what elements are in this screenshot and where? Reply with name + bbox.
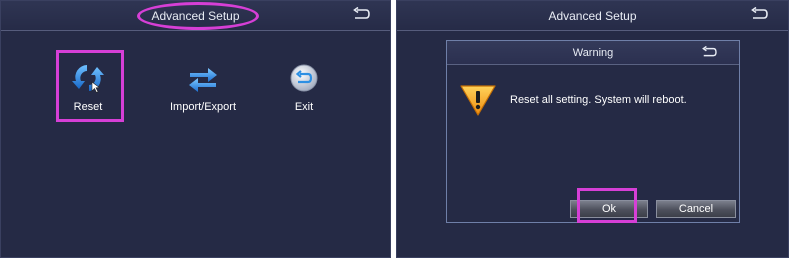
warning-message: Reset all setting. System will reboot. (510, 94, 687, 106)
dialog-title: Warning (572, 47, 614, 59)
swap-arrows-icon (189, 68, 217, 92)
advanced-setup-warning-screen: Advanced Setup Warning Reset all setting… (396, 0, 789, 258)
highlight-ellipse (137, 2, 259, 30)
import-export-label: Import/Export (169, 101, 237, 113)
screen-title: Advanced Setup (548, 9, 637, 23)
back-arrow-icon[interactable] (701, 46, 717, 60)
back-arrow-icon[interactable] (352, 7, 370, 23)
exit-icon (290, 64, 318, 92)
warning-icon (460, 85, 496, 116)
cancel-button[interactable]: Cancel (656, 200, 736, 218)
highlight-box-ok (577, 188, 637, 223)
advanced-setup-screen: Advanced Setup Reset Import/Export Exit (0, 0, 391, 258)
highlight-box-reset (56, 50, 124, 122)
exit-label: Exit (294, 101, 314, 113)
import-export-menu-item[interactable]: Import/Export (163, 59, 243, 121)
title-bar: Advanced Setup (397, 1, 788, 31)
back-arrow-icon[interactable] (750, 7, 768, 23)
dialog-title-bar: Warning (447, 41, 739, 65)
exit-menu-item[interactable]: Exit (264, 59, 344, 121)
